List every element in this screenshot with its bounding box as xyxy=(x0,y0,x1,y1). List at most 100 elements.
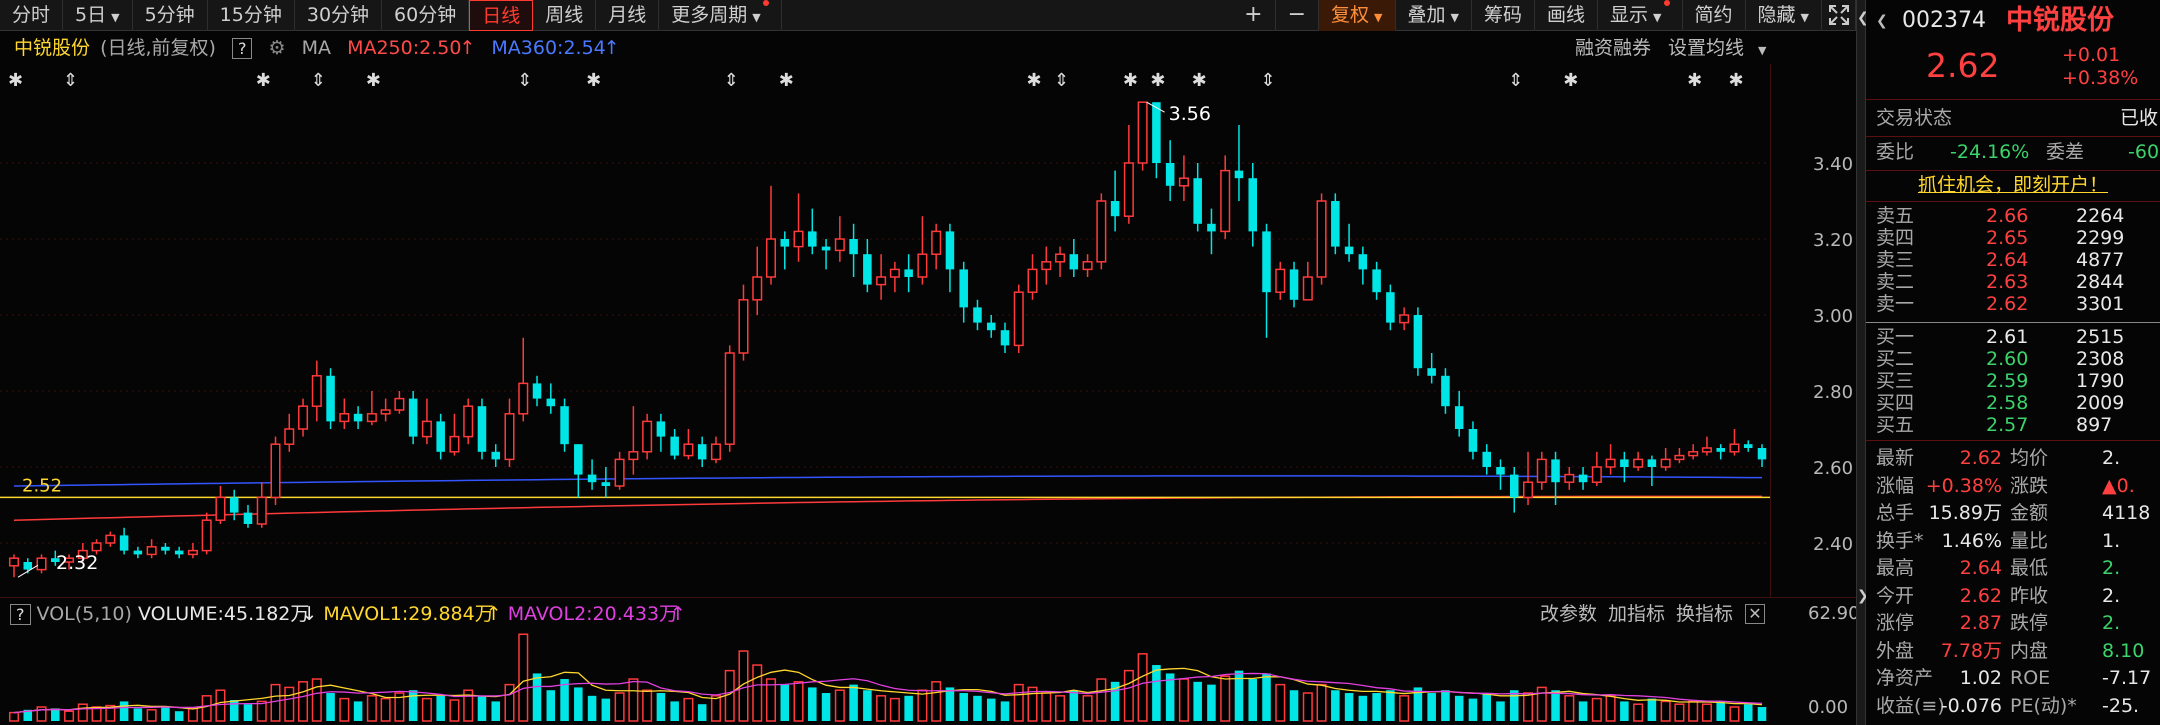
candle-body xyxy=(23,562,33,570)
volume-bar xyxy=(311,678,322,722)
tab-monthly[interactable]: 月线 xyxy=(596,0,660,31)
stat-value: 2.62 xyxy=(1959,584,2002,607)
ask-row[interactable]: 卖四 2.65 2299 xyxy=(1866,227,2160,249)
back-icon[interactable]: ❮ xyxy=(1876,4,1888,38)
volume-bar xyxy=(449,699,460,722)
bid-row[interactable]: 买三 2.59 1790 xyxy=(1866,370,2160,392)
ask-row[interactable]: 卖三 2.64 4877 xyxy=(1866,249,2160,271)
gear-icon[interactable]: ⚙ xyxy=(269,37,286,59)
volume-svg xyxy=(8,633,1767,722)
volume-bar xyxy=(614,692,625,722)
panel-divider[interactable]: ❮ ❯ xyxy=(1856,0,1869,725)
volume-bar xyxy=(477,695,487,721)
bid-row[interactable]: 买五 2.57 897 xyxy=(1866,414,2160,436)
volume-bar xyxy=(683,697,694,722)
volume-chart[interactable]: 0.00 xyxy=(0,629,1856,725)
change-params-button[interactable]: 改参数 xyxy=(1540,598,1597,630)
tab-weekly[interactable]: 周线 xyxy=(533,0,597,31)
volume-bar xyxy=(161,707,170,721)
candle-body xyxy=(394,397,405,411)
volume-bar xyxy=(1620,701,1629,721)
display-button[interactable]: 显示 ▼ xyxy=(1598,0,1683,31)
overlay-button[interactable]: 叠加 ▼ xyxy=(1396,0,1472,31)
candle-body xyxy=(656,421,666,437)
bid-row[interactable]: 买二 2.60 2308 xyxy=(1866,348,2160,370)
stat-label: 跌停 xyxy=(2010,612,2049,634)
stat-value: 1.46% xyxy=(1941,529,2002,552)
candle-body xyxy=(518,382,529,415)
hide-button[interactable]: 隐藏 ▼ xyxy=(1746,0,1822,31)
bid-price: 2.61 xyxy=(1986,326,2029,348)
candle-body xyxy=(1152,102,1161,163)
ask-row[interactable]: 卖一 2.62 3301 xyxy=(1866,293,2160,315)
ask-row[interactable]: 卖二 2.63 2844 xyxy=(1866,271,2160,293)
help-button[interactable]: ? xyxy=(231,38,253,59)
ask-volume: 4877 xyxy=(2076,249,2125,271)
help-button[interactable]: ? xyxy=(10,604,31,625)
ask-price: 2.66 xyxy=(1986,205,2029,227)
set-ma-button[interactable]: 设置均线 ▼ xyxy=(1668,32,1776,67)
event-marker-icon: ✱ xyxy=(586,70,601,91)
tab-daily[interactable]: 日线 xyxy=(469,0,534,31)
weibi-value: -24.16% xyxy=(1950,141,2030,163)
switch-indicator-button[interactable]: 换指标 xyxy=(1676,598,1733,630)
zoom-out-button[interactable]: − xyxy=(1276,0,1320,31)
tab-5day[interactable]: 5日 ▼ xyxy=(63,0,133,31)
button-label: 隐藏 xyxy=(1757,4,1796,26)
volume-min-tick: 0.00 xyxy=(1808,697,1849,718)
zoom-in-button[interactable]: + xyxy=(1232,0,1276,31)
candle-body xyxy=(1633,458,1644,468)
stat-value: 2.64 xyxy=(1959,557,2002,579)
volume-bar xyxy=(1000,701,1010,721)
tab-fenshi[interactable]: 分时 xyxy=(0,0,64,31)
stat-label: 内盘 xyxy=(2010,639,2049,662)
candle-body xyxy=(174,550,184,555)
fullscreen-icon[interactable] xyxy=(1822,0,1856,31)
add-indicator-button[interactable]: 加指标 xyxy=(1608,598,1665,630)
simple-mode-button[interactable]: 简约 xyxy=(1683,0,1746,31)
button-label: 设置均线 xyxy=(1668,37,1745,59)
tab-30min[interactable]: 30分钟 xyxy=(295,0,383,31)
arrow-down-icon: ↓ xyxy=(301,603,318,625)
candle-body xyxy=(1055,253,1066,263)
stat-label: 最高 xyxy=(1876,557,1915,579)
stock-chart-window: 分时 5日 ▼ 5分钟 15分钟 30分钟 60分钟 日线 周线 月线 更多周期 ▼… xyxy=(0,0,2160,725)
volume-bar xyxy=(917,689,928,722)
volume-bar xyxy=(1041,692,1052,722)
volume-bar xyxy=(1193,681,1202,721)
arrow-up-icon: ↑ xyxy=(603,37,620,59)
candle-body xyxy=(1413,315,1423,369)
tab-60min[interactable]: 60分钟 xyxy=(382,0,470,31)
tab-more-periods[interactable]: 更多周期 ▼ xyxy=(659,0,782,31)
draw-line-button[interactable]: 画线 xyxy=(1535,0,1599,31)
tab-5min[interactable]: 5分钟 xyxy=(133,0,208,31)
bid-volume: 2308 xyxy=(2076,348,2125,370)
candlestick-chart[interactable]: 2.52 3.56 2.32 ✱ ⇕ ✱ ⇕ ✱ ⇕ ✱ ⇕ ✱ ✱ ⇕ ✱ ✱ ✱ ⇕ ⇕ ✱ ✱ ✱ xyxy=(0,64,1856,597)
bid-row[interactable]: 买四 2.58 2009 xyxy=(1866,392,2160,414)
volume-bar xyxy=(1096,678,1107,722)
chips-button[interactable]: 筹码 xyxy=(1472,0,1535,31)
volume-header: ? VOL(5,10) VOLUME:45.182万↓ MAVOL1:29.88… xyxy=(0,597,1860,630)
tab-15min[interactable]: 15分钟 xyxy=(208,0,295,31)
stat-value: -25. xyxy=(2102,694,2140,717)
volume-bar xyxy=(1427,693,1436,721)
event-marker-icon: ✱ xyxy=(1150,70,1165,91)
bid-price: 2.60 xyxy=(1986,348,2029,370)
volume-bar xyxy=(1674,703,1685,722)
candle-body xyxy=(1165,163,1175,186)
tab-label: 5分钟 xyxy=(144,4,195,26)
margin-trading-button[interactable]: 融资融券 xyxy=(1575,32,1651,64)
promo-link[interactable]: 抓住机会，即刻开户！ xyxy=(1918,174,2108,196)
candle-body xyxy=(243,512,253,524)
stats-row: 今开 2.62 昨收 2. xyxy=(1866,584,2160,608)
ask-row[interactable]: 卖五 2.66 2264 xyxy=(1866,205,2160,227)
candle-body xyxy=(8,557,20,567)
volume-bar xyxy=(1386,690,1395,721)
candle-body xyxy=(1701,447,1712,453)
volume-bar xyxy=(133,708,143,721)
fuquan-button[interactable]: 复权 ▼ xyxy=(1319,0,1396,31)
stat-value: 2. xyxy=(2102,612,2121,634)
bid-row[interactable]: 买一 2.61 2515 xyxy=(1866,326,2160,348)
close-icon[interactable]: ✕ xyxy=(1745,604,1765,624)
volume-bar xyxy=(574,687,583,721)
